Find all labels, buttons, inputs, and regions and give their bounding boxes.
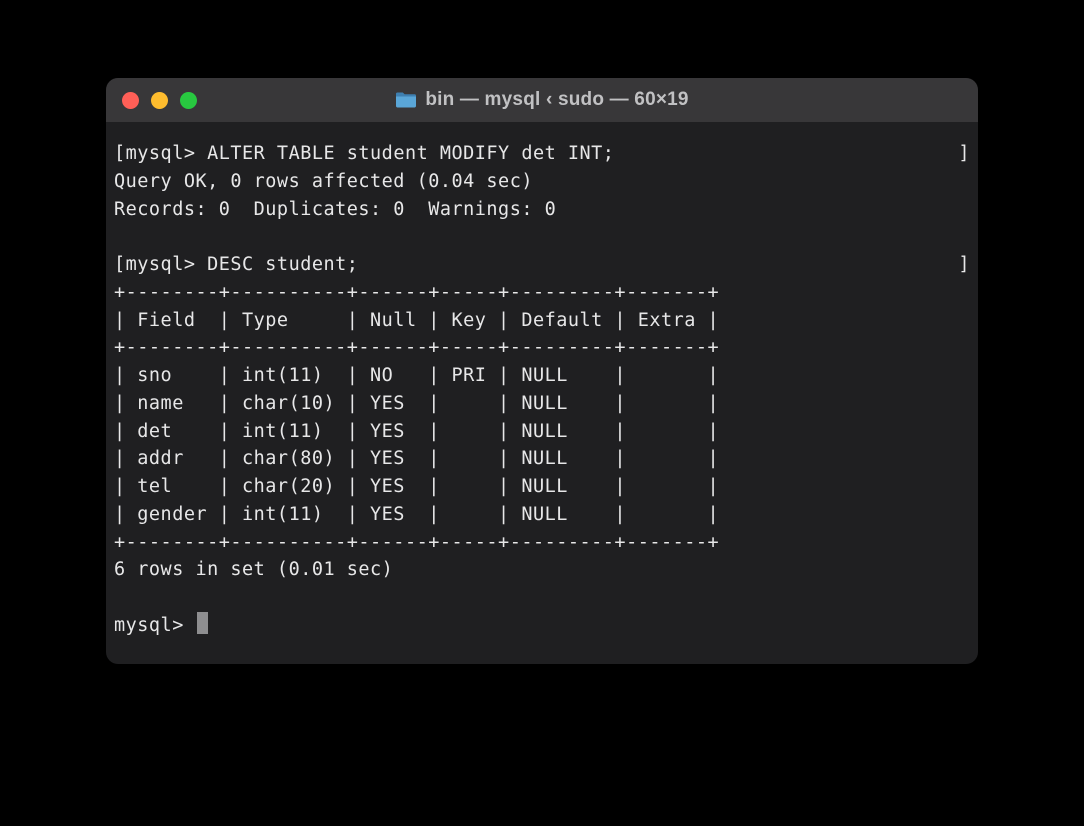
maximize-icon[interactable] (180, 92, 197, 109)
terminal-window: bin — mysql ‹ sudo — 60×19 [mysql> ALTER… (106, 78, 978, 664)
output-line: Query OK, 0 rows affected (0.04 sec) (114, 168, 970, 196)
prompt-label: mysql> (126, 140, 207, 168)
folder-icon (395, 91, 417, 109)
table-row: | addr | char(80) | YES | | NULL | | (114, 445, 970, 473)
result-footer: 6 rows in set (0.01 sec) (114, 556, 970, 584)
prompt-line-1: [mysql> ALTER TABLE student MODIFY det I… (114, 140, 970, 168)
bracket-close: ] (958, 251, 970, 279)
table-border: +--------+----------+------+-----+------… (114, 279, 970, 307)
output-line: Records: 0 Duplicates: 0 Warnings: 0 (114, 196, 970, 224)
bracket-open: [ (114, 251, 126, 279)
close-icon[interactable] (122, 92, 139, 109)
prompt-label: mysql> (114, 612, 195, 640)
terminal-body[interactable]: [mysql> ALTER TABLE student MODIFY det I… (106, 122, 978, 664)
cursor-icon (197, 612, 208, 634)
table-row: | det | int(11) | YES | | NULL | | (114, 418, 970, 446)
blank-line (114, 584, 970, 612)
command-text: DESC student; (207, 251, 358, 279)
table-row: | tel | char(20) | YES | | NULL | | (114, 473, 970, 501)
title-center: bin — mysql ‹ sudo — 60×19 (106, 89, 978, 111)
table-row: | sno | int(11) | NO | PRI | NULL | | (114, 362, 970, 390)
titlebar[interactable]: bin — mysql ‹ sudo — 60×19 (106, 78, 978, 122)
table-row: | gender | int(11) | YES | | NULL | | (114, 501, 970, 529)
minimize-icon[interactable] (151, 92, 168, 109)
blank-line (114, 223, 970, 251)
window-title: bin — mysql ‹ sudo — 60×19 (425, 89, 688, 111)
table-header: | Field | Type | Null | Key | Default | … (114, 307, 970, 335)
prompt-line-3[interactable]: mysql> (114, 612, 970, 640)
bracket-close: ] (958, 140, 970, 168)
command-text: ALTER TABLE student MODIFY det INT; (207, 140, 614, 168)
traffic-lights (122, 92, 197, 109)
table-border: +--------+----------+------+-----+------… (114, 529, 970, 557)
bracket-open: [ (114, 140, 126, 168)
prompt-line-2: [mysql> DESC student;] (114, 251, 970, 279)
table-row: | name | char(10) | YES | | NULL | | (114, 390, 970, 418)
table-border: +--------+----------+------+-----+------… (114, 334, 970, 362)
prompt-label: mysql> (126, 251, 207, 279)
